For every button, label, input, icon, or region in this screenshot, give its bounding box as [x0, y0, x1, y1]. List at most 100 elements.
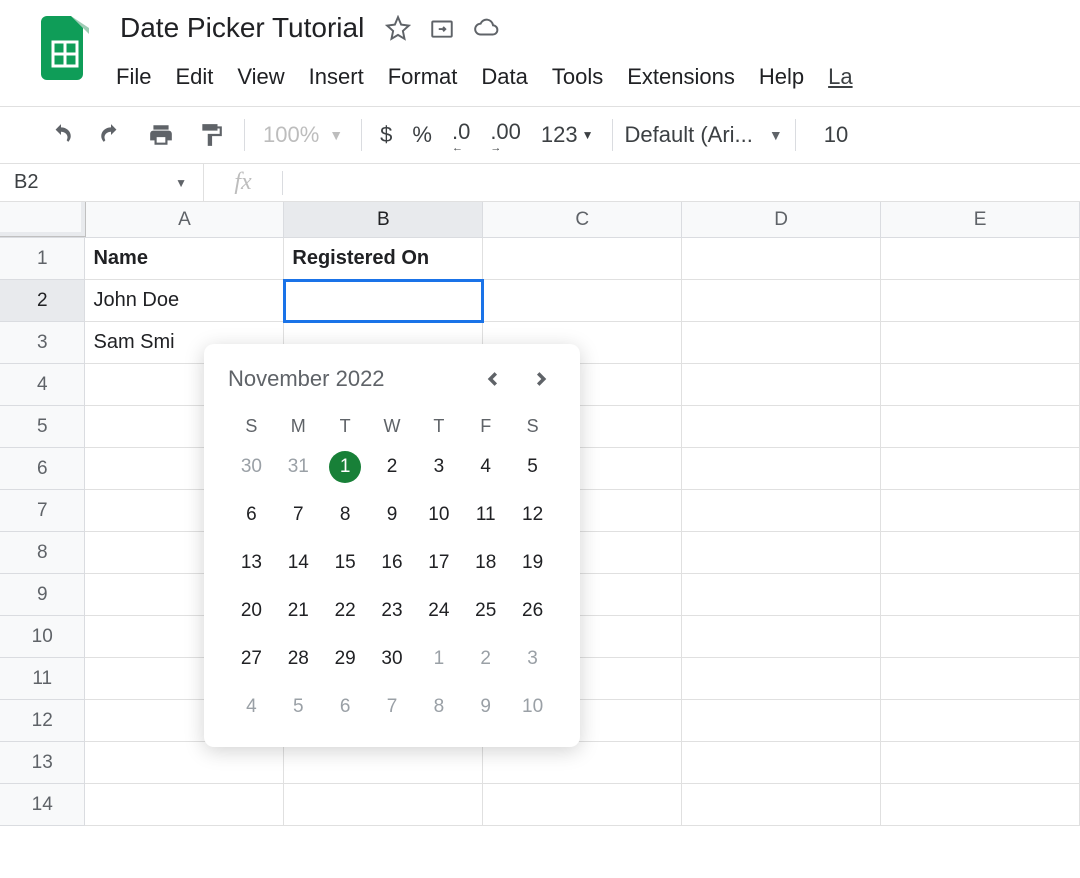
increase-decimal-button[interactable]: .00 → — [484, 119, 527, 151]
date-picker-day[interactable]: 25 — [462, 595, 509, 627]
cell-d8[interactable] — [682, 532, 881, 574]
cell-d1[interactable] — [682, 238, 881, 280]
cell-d7[interactable] — [682, 490, 881, 532]
date-picker-day[interactable]: 8 — [415, 691, 462, 723]
cell-e12[interactable] — [881, 700, 1080, 742]
cell-b13[interactable] — [284, 742, 483, 784]
cell-c13[interactable] — [483, 742, 682, 784]
row-header[interactable]: 1 — [0, 238, 85, 280]
row-header[interactable]: 11 — [0, 658, 85, 700]
row-header[interactable]: 8 — [0, 532, 85, 574]
date-picker-day[interactable]: 7 — [369, 691, 416, 723]
date-picker-day[interactable]: 1 — [415, 643, 462, 675]
cell-e9[interactable] — [881, 574, 1080, 616]
menu-view[interactable]: View — [237, 64, 284, 90]
date-picker-day[interactable]: 21 — [275, 595, 322, 627]
date-picker-day[interactable]: 5 — [275, 691, 322, 723]
date-picker-day[interactable]: 24 — [415, 595, 462, 627]
cell-e6[interactable] — [881, 448, 1080, 490]
move-icon[interactable] — [428, 14, 456, 42]
date-picker-day[interactable]: 4 — [462, 451, 509, 483]
sheets-logo[interactable] — [40, 14, 90, 82]
row-header[interactable]: 6 — [0, 448, 85, 490]
cell-d14[interactable] — [682, 784, 881, 826]
row-header[interactable]: 14 — [0, 784, 85, 826]
last-edit-link[interactable]: La — [828, 64, 852, 90]
date-picker-day[interactable]: 13 — [228, 547, 275, 579]
cell-c1[interactable] — [483, 238, 682, 280]
cell-a14[interactable] — [85, 784, 284, 826]
cell-d9[interactable] — [682, 574, 881, 616]
date-picker-day[interactable]: 4 — [228, 691, 275, 723]
cell-b2[interactable] — [284, 280, 483, 322]
paint-format-button[interactable] — [190, 114, 232, 156]
prev-month-button[interactable] — [478, 364, 508, 394]
date-picker-day[interactable]: 30 — [228, 451, 275, 483]
date-picker-day[interactable]: 12 — [509, 499, 556, 531]
cell-e14[interactable] — [881, 784, 1080, 826]
date-picker-day[interactable]: 19 — [509, 547, 556, 579]
cell-d12[interactable] — [682, 700, 881, 742]
date-picker-day[interactable]: 3 — [509, 643, 556, 675]
cell-d3[interactable] — [682, 322, 881, 364]
date-picker-day[interactable]: 2 — [462, 643, 509, 675]
date-picker-day[interactable]: 1 — [329, 451, 361, 483]
date-picker-day[interactable]: 9 — [462, 691, 509, 723]
menu-edit[interactable]: Edit — [175, 64, 213, 90]
cell-e11[interactable] — [881, 658, 1080, 700]
row-header[interactable]: 13 — [0, 742, 85, 784]
date-picker-day[interactable]: 5 — [509, 451, 556, 483]
cell-c14[interactable] — [483, 784, 682, 826]
menu-tools[interactable]: Tools — [552, 64, 603, 90]
column-header-d[interactable]: D — [682, 202, 881, 237]
row-header[interactable]: 5 — [0, 406, 85, 448]
cell-d11[interactable] — [682, 658, 881, 700]
row-header[interactable]: 2 — [0, 280, 85, 322]
menu-help[interactable]: Help — [759, 64, 804, 90]
date-picker-day[interactable]: 15 — [322, 547, 369, 579]
cell-d4[interactable] — [682, 364, 881, 406]
cell-b1[interactable]: Registered On — [284, 238, 483, 280]
star-icon[interactable] — [384, 14, 412, 42]
date-picker-day[interactable]: 9 — [369, 499, 416, 531]
cell-e13[interactable] — [881, 742, 1080, 784]
menu-format[interactable]: Format — [388, 64, 458, 90]
date-picker-day[interactable]: 6 — [228, 499, 275, 531]
menu-insert[interactable]: Insert — [309, 64, 364, 90]
date-picker-day[interactable]: 30 — [369, 643, 416, 675]
cloud-saved-icon[interactable] — [472, 14, 500, 42]
date-picker-day[interactable]: 6 — [322, 691, 369, 723]
date-picker-day[interactable]: 10 — [415, 499, 462, 531]
date-picker-day[interactable]: 18 — [462, 547, 509, 579]
cell-d13[interactable] — [682, 742, 881, 784]
cell-a1[interactable]: Name — [85, 238, 284, 280]
cell-d6[interactable] — [682, 448, 881, 490]
row-header[interactable]: 9 — [0, 574, 85, 616]
print-button[interactable] — [140, 114, 182, 156]
date-picker-day[interactable]: 27 — [228, 643, 275, 675]
date-picker-day[interactable]: 11 — [462, 499, 509, 531]
date-picker-day[interactable]: 31 — [275, 451, 322, 483]
date-picker-day[interactable]: 29 — [322, 643, 369, 675]
document-title[interactable]: Date Picker Tutorial — [116, 10, 368, 46]
date-picker-day[interactable]: 17 — [415, 547, 462, 579]
column-header-c[interactable]: C — [483, 202, 682, 237]
date-picker-day[interactable]: 8 — [322, 499, 369, 531]
cell-e3[interactable] — [881, 322, 1080, 364]
redo-button[interactable] — [90, 114, 132, 156]
cell-d10[interactable] — [682, 616, 881, 658]
cell-e1[interactable] — [881, 238, 1080, 280]
cell-b14[interactable] — [284, 784, 483, 826]
format-currency-button[interactable]: $ — [374, 122, 398, 148]
date-picker-day[interactable]: 22 — [322, 595, 369, 627]
column-header-a[interactable]: A — [86, 202, 285, 237]
cell-a2[interactable]: John Doe — [85, 280, 284, 322]
menu-data[interactable]: Data — [481, 64, 527, 90]
cell-e7[interactable] — [881, 490, 1080, 532]
date-picker-day[interactable]: 7 — [275, 499, 322, 531]
date-picker-day[interactable]: 2 — [369, 451, 416, 483]
cell-e2[interactable] — [881, 280, 1080, 322]
row-header[interactable]: 4 — [0, 364, 85, 406]
date-picker-day[interactable]: 10 — [509, 691, 556, 723]
format-percent-button[interactable]: % — [406, 122, 438, 148]
